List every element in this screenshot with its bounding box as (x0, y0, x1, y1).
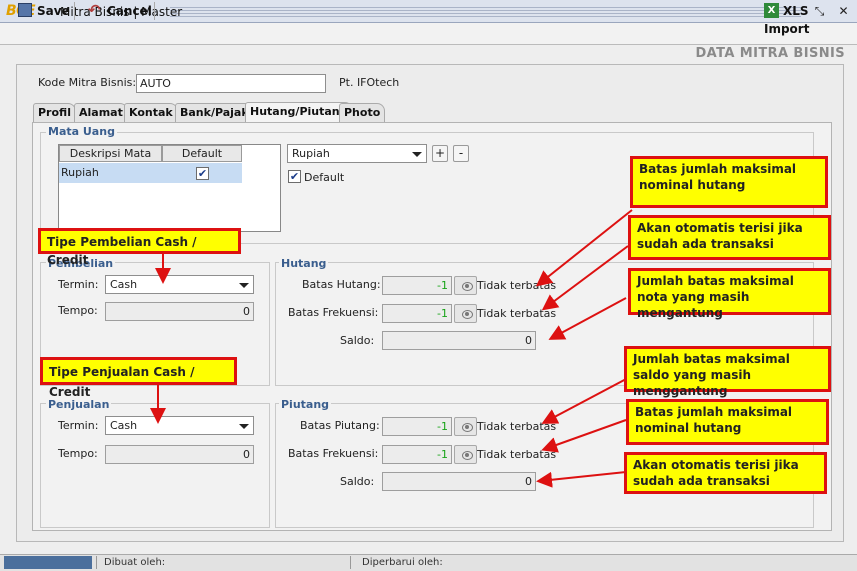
callout-tipe-pembelian: Tipe Pembelian Cash / Credit (38, 228, 241, 267)
callout-hutang-saldo: Akan otomatis terisi jika sudah ada tran… (628, 215, 831, 260)
status-progress-indicator (4, 556, 92, 569)
callout-tipe-penjualan: Tipe Penjualan Cash / Credit (40, 357, 237, 399)
status-separator (350, 556, 351, 569)
callout-hutang-batas: Batas jumlah maksimal nominal hutang (630, 156, 828, 208)
arrow-piutang-frek (541, 419, 627, 453)
arrow-hutang-saldo (548, 297, 627, 340)
arrow-piutang-batas (541, 377, 629, 424)
status-separator (96, 556, 97, 569)
arrow-hutang-frek (541, 245, 629, 311)
arrow-piutang-saldo (536, 471, 627, 488)
callout-piutang-nominal: Batas jumlah maksimal nominal hutang (626, 399, 829, 445)
callout-hutang-frek: Jumlah batas maksimal nota yang masih me… (628, 268, 831, 320)
callout-piutang-batas-saldo: Jumlah batas maksimal saldo yang masih m… (624, 346, 831, 398)
callout-piutang-saldo: Akan otomatis terisi jika sudah ada tran… (624, 452, 827, 494)
arrow-hutang-batas (535, 209, 633, 287)
dibuat-oleh-label: Dibuat oleh: (104, 557, 166, 568)
diperbarui-oleh-label: Diperbarui oleh: (362, 557, 443, 568)
